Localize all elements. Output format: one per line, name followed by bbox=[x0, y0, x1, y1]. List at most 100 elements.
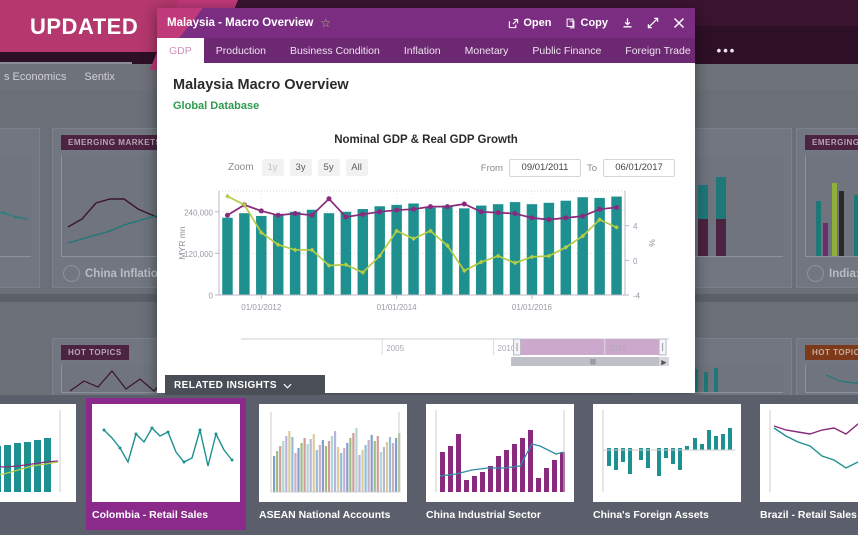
thumb-svg-3 bbox=[426, 404, 574, 502]
svg-text:‖‖: ‖‖ bbox=[590, 360, 596, 367]
card-icon-3 bbox=[807, 265, 824, 282]
card-plot-0 bbox=[0, 155, 31, 257]
filmstrip-item-3[interactable]: China Industrial Sector bbox=[420, 398, 580, 530]
card-title-1: China Inflation bbox=[85, 268, 165, 280]
star-icon[interactable]: ☆ bbox=[320, 17, 331, 29]
thumb-svg-1 bbox=[92, 404, 240, 502]
download-button[interactable] bbox=[622, 17, 633, 29]
svg-text:0: 0 bbox=[633, 257, 638, 266]
filmstrip-item-2[interactable]: ASEAN National Accounts bbox=[253, 398, 413, 530]
page-title: Malaysia Macro Overview bbox=[173, 77, 349, 93]
expand-button[interactable] bbox=[647, 17, 659, 29]
tab-inflation[interactable]: Inflation bbox=[392, 38, 453, 63]
svg-text:240,000: 240,000 bbox=[184, 208, 213, 217]
thumb-label-4: China's Foreign Assets bbox=[593, 509, 709, 521]
zoom-button-5y[interactable]: 5y bbox=[317, 159, 340, 176]
screen: cs (119) Shared Insights (126) s Economi… bbox=[0, 0, 858, 535]
card-badge-6: HOT TOPICS bbox=[805, 345, 858, 360]
card-badge-1: EMERGING MARKETS bbox=[61, 135, 169, 150]
card-bars-3 bbox=[816, 183, 858, 256]
tab-public-finance[interactable]: Public Finance bbox=[520, 38, 613, 63]
filmstrip-item-5[interactable]: Brazil - Retail Sales bbox=[754, 398, 858, 530]
insight-modal: Malaysia - Macro Overview ☆ Open Copy GD… bbox=[157, 8, 734, 396]
svg-text:▶: ▶ bbox=[661, 360, 667, 367]
dashboard-card-3[interactable]: EMERGING MARKETS India: Au bbox=[796, 128, 858, 288]
svg-text:0: 0 bbox=[209, 292, 214, 301]
card-title-3: India: Au bbox=[829, 268, 858, 280]
dashboard-card-0[interactable]: ny bbox=[0, 128, 40, 288]
card-sparkline-6 bbox=[825, 374, 858, 384]
thumb-svg-4 bbox=[593, 404, 741, 502]
filmstrip-item-0[interactable]: Overview bbox=[0, 398, 82, 530]
copy-button[interactable]: Copy bbox=[566, 17, 609, 29]
tab-production[interactable]: Production bbox=[204, 38, 278, 63]
updated-ribbon-label: UPDATED bbox=[30, 14, 139, 39]
svg-text:%: % bbox=[647, 239, 657, 247]
chart-controls: Zoom 1y 3y 5y All From 09/01/2011 To 06/… bbox=[173, 159, 679, 181]
thumb-chart-3 bbox=[426, 404, 574, 502]
modal-header-actions: Open Copy bbox=[508, 17, 685, 29]
from-date-input[interactable]: 09/01/2011 bbox=[508, 159, 581, 177]
thumb-chart-0 bbox=[0, 404, 76, 502]
open-button-label: Open bbox=[523, 17, 552, 29]
svg-text:01/01/2014: 01/01/2014 bbox=[377, 303, 418, 312]
modal-header: Malaysia - Macro Overview ☆ Open Copy bbox=[157, 8, 695, 66]
thumb-label-5: Brazil - Retail Sales bbox=[760, 509, 857, 521]
related-insights-filmstrip: Overview Colombia - Retail Sales bbox=[0, 395, 858, 535]
card-plot-3 bbox=[805, 155, 858, 257]
thumb-label-0: Overview bbox=[0, 509, 76, 521]
thumb-svg-0 bbox=[0, 404, 76, 502]
close-button[interactable] bbox=[673, 17, 685, 29]
modal-body: Malaysia Macro Overview Global Database … bbox=[157, 63, 695, 393]
download-icon bbox=[623, 18, 632, 28]
svg-text:MYR mn: MYR mn bbox=[177, 226, 187, 259]
tab-foreign-trade[interactable]: Foreign Trade bbox=[613, 38, 702, 63]
svg-text:2005: 2005 bbox=[386, 344, 404, 353]
card-plot-6 bbox=[805, 365, 858, 393]
thumb-label-3: China Industrial Sector bbox=[426, 509, 541, 521]
thumb-chart-2 bbox=[259, 404, 407, 502]
open-button[interactable]: Open bbox=[508, 17, 552, 29]
svg-text:01/01/2012: 01/01/2012 bbox=[241, 303, 282, 312]
zoom-button-1y[interactable]: 1y bbox=[261, 159, 284, 176]
app-subbar-item-1[interactable]: Sentix bbox=[84, 71, 115, 83]
app-subbar-item-0[interactable]: s Economics bbox=[4, 71, 66, 83]
modal-tabs: GDP Production Business Condition Inflat… bbox=[157, 38, 734, 63]
related-insights-button[interactable]: RELATED INSIGHTS bbox=[165, 375, 325, 396]
nominal-gdp-real-gdp-growth-chart[interactable]: 0 120,000 240,000 -4 0 4 MYR mn % 01/01/2012 01/0… bbox=[173, 185, 679, 323]
database-link[interactable]: Global Database bbox=[173, 100, 679, 112]
modal-title: Malaysia - Macro Overview bbox=[167, 17, 314, 29]
filmstrip-item-1[interactable]: Colombia - Retail Sales bbox=[86, 398, 246, 530]
thumb-label-1: Colombia - Retail Sales bbox=[92, 509, 209, 521]
tab-business-condition[interactable]: Business Condition bbox=[278, 38, 392, 63]
tab-gdp[interactable]: GDP bbox=[157, 38, 204, 63]
range-navigator-svg[interactable]: 2005 2010 2015▶‖‖ bbox=[173, 337, 679, 367]
card-badge-3: EMERGING MARKETS bbox=[805, 135, 858, 150]
chart-plot-area[interactable]: 0 120,000 240,000 -4 0 4 MYR mn% 01/01/2012 01/0… bbox=[173, 185, 679, 323]
from-label: From bbox=[480, 162, 503, 174]
to-label: To bbox=[586, 162, 597, 174]
tab-monetary[interactable]: Monetary bbox=[453, 38, 521, 63]
tab-overflow-menu[interactable]: ••• bbox=[703, 38, 751, 63]
copy-button-label: Copy bbox=[580, 17, 609, 29]
svg-text:2015: 2015 bbox=[609, 344, 627, 353]
thumb-chart-5 bbox=[760, 404, 858, 502]
thumb-label-2: ASEAN National Accounts bbox=[259, 509, 391, 521]
chart-range-navigator[interactable]: 2005 2010 2015 ▶ ‖‖ bbox=[173, 337, 679, 367]
filmstrip-item-4[interactable]: China's Foreign Assets bbox=[587, 398, 747, 530]
to-date-input[interactable]: 06/01/2017 bbox=[603, 159, 675, 177]
related-insights-label: RELATED INSIGHTS bbox=[174, 380, 277, 391]
chevron-down-icon bbox=[283, 383, 292, 389]
thumb-chart-4 bbox=[593, 404, 741, 502]
thumb-svg-2 bbox=[259, 404, 407, 502]
zoom-label: Zoom bbox=[228, 162, 254, 173]
dashboard-card-6[interactable]: HOT TOPICS bbox=[796, 338, 858, 396]
chart-title: Nominal GDP & Real GDP Growth bbox=[334, 134, 518, 146]
external-link-icon bbox=[509, 18, 519, 28]
svg-text:01/01/2016: 01/01/2016 bbox=[512, 303, 553, 312]
date-range-group: From 09/01/2011 To 06/01/2017 bbox=[481, 159, 675, 177]
svg-text:-4: -4 bbox=[633, 292, 641, 301]
thumb-svg-5 bbox=[760, 404, 858, 502]
zoom-button-all[interactable]: All bbox=[345, 159, 368, 176]
zoom-button-3y[interactable]: 3y bbox=[289, 159, 312, 176]
